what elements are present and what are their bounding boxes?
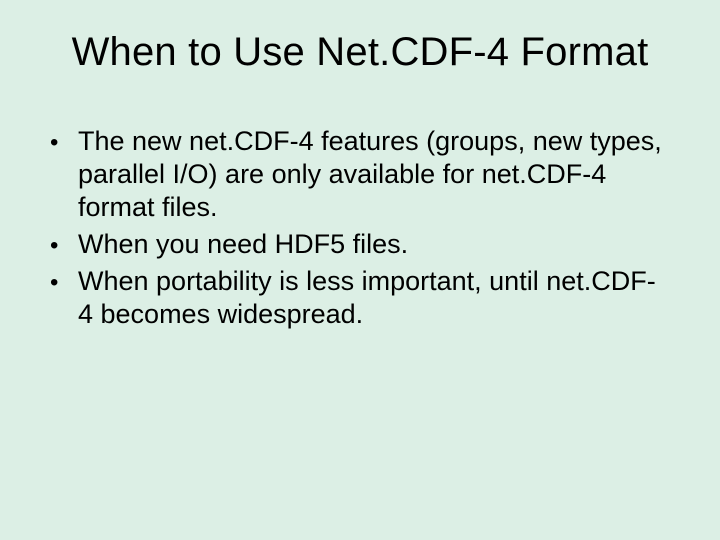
slide: When to Use Net.CDF-4 Format The new net… [0, 0, 720, 540]
bullet-item: When portability is less important, unti… [50, 265, 670, 331]
slide-title: When to Use Net.CDF-4 Format [40, 30, 680, 75]
bullet-item: When you need HDF5 files. [50, 228, 670, 261]
bullet-list: The new net.CDF-4 features (groups, new … [40, 125, 680, 331]
bullet-item: The new net.CDF-4 features (groups, new … [50, 125, 670, 224]
